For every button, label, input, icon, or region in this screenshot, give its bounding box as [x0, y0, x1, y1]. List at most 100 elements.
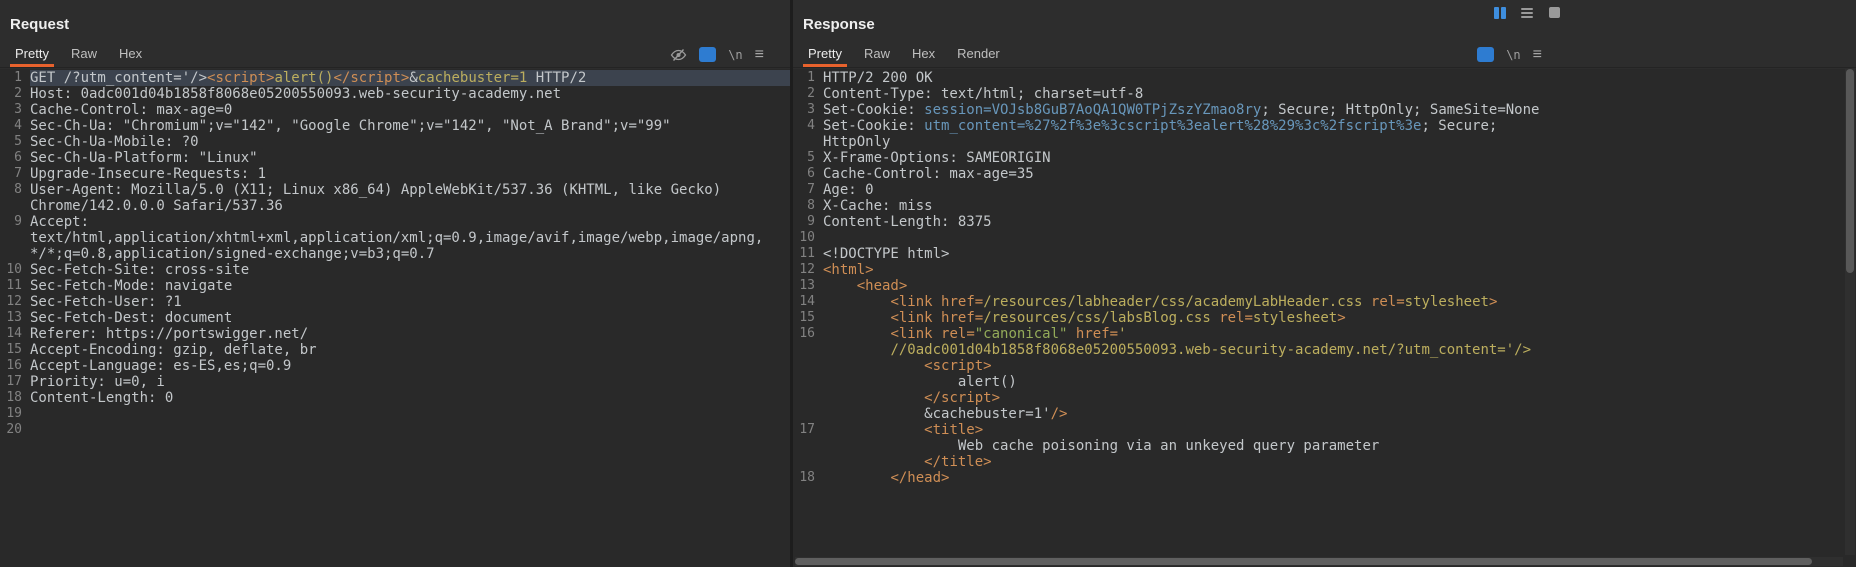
code-line[interactable]: 2Host: 0adc001d04b1858f8068e05200550093.… — [0, 86, 790, 102]
code-line[interactable]: 4Set-Cookie: utm_content=%27%2f%3e%3cscr… — [793, 118, 1856, 134]
code-line[interactable]: <script> — [793, 358, 1856, 374]
scrollbar-thumb[interactable] — [1846, 69, 1854, 273]
code-line[interactable]: &cachebuster=1'/> — [793, 406, 1856, 422]
layout-single-button[interactable] — [1544, 4, 1564, 21]
scrollbar-thumb[interactable] — [795, 558, 1812, 565]
line-number: 15 — [793, 310, 815, 326]
code-line[interactable]: 14Referer: https://portswigger.net/ — [0, 326, 790, 342]
code-line[interactable]: 15 <link href=/resources/css/labsBlog.cs… — [793, 310, 1856, 326]
code-line[interactable]: HttpOnly — [793, 134, 1856, 150]
tab-hex[interactable]: Hex — [108, 42, 153, 67]
line-number: 4 — [793, 118, 815, 134]
code-line[interactable]: 11<!DOCTYPE html> — [793, 246, 1856, 262]
code-line[interactable]: 13Sec-Fetch-Dest: document — [0, 310, 790, 326]
code-line[interactable]: 6Sec-Ch-Ua-Platform: "Linux" — [0, 150, 790, 166]
code-line[interactable]: </title> — [793, 454, 1856, 470]
code-line[interactable]: //0adc001d04b1858f8068e05200550093.web-s… — [793, 342, 1856, 358]
response-horizontal-scrollbar[interactable] — [795, 557, 1843, 566]
editor-menu-icon[interactable]: ≡ — [1533, 47, 1542, 63]
code-line[interactable]: 12Sec-Fetch-User: ?1 — [0, 294, 790, 310]
code-line[interactable]: 13 <head> — [793, 278, 1856, 294]
code-line-text: alert() — [823, 374, 1856, 390]
tab-pretty[interactable]: Pretty — [797, 42, 853, 67]
code-line[interactable]: 15Accept-Encoding: gzip, deflate, br — [0, 342, 790, 358]
tab-raw[interactable]: Raw — [853, 42, 901, 67]
code-line[interactable]: 19 — [0, 406, 790, 422]
code-line[interactable]: 5X-Frame-Options: SAMEORIGIN — [793, 150, 1856, 166]
request-panel-title: Request — [0, 0, 790, 42]
line-number: 5 — [793, 150, 815, 166]
line-number: 17 — [793, 422, 815, 438]
code-line[interactable]: 9Accept: — [0, 214, 790, 230]
line-number — [793, 374, 815, 390]
request-editor[interactable]: 1GET /?utm_content='/><script>alert()</s… — [0, 69, 790, 567]
code-line-text: Cache-Control: max-age=35 — [823, 166, 1856, 182]
editor-menu-icon[interactable]: ≡ — [755, 47, 764, 63]
tab-raw[interactable]: Raw — [60, 42, 108, 67]
code-line[interactable]: 16 Accept-Language: es-ES,es;q=0.9 — [0, 358, 790, 374]
syntax-highlight-icon[interactable] — [699, 47, 716, 62]
tab-render[interactable]: Render — [946, 42, 1011, 67]
code-line-text: Content-Length: 0 — [30, 390, 790, 406]
eye-slash-icon[interactable] — [670, 47, 687, 63]
code-line[interactable]: 3Cache-Control: max-age=0 — [0, 102, 790, 118]
line-number: 1 — [793, 70, 815, 86]
code-line[interactable]: alert() — [793, 374, 1856, 390]
code-line[interactable]: 3Set-Cookie: session=VOJsb8GuB7AoQA1QW0T… — [793, 102, 1856, 118]
code-line[interactable]: 7Upgrade-Insecure-Requests: 1 — [0, 166, 790, 182]
line-number — [793, 390, 815, 406]
line-number: 13 — [793, 278, 815, 294]
code-line-text: Sec-Ch-Ua: "Chromium";v="142", "Google C… — [30, 118, 790, 134]
line-number: 15 — [0, 342, 22, 358]
response-editor[interactable]: 1HTTP/2 200 OK2Content-Type: text/html; … — [793, 69, 1856, 567]
code-line-text: Accept-Language: es-ES,es;q=0.9 — [30, 358, 790, 374]
layout-columns-button[interactable] — [1490, 4, 1510, 21]
code-line[interactable]: 10 — [793, 230, 1856, 246]
code-line[interactable]: 18 Content-Length: 0 — [0, 390, 790, 406]
line-number: 13 — [0, 310, 22, 326]
code-line[interactable]: 5Sec-Ch-Ua-Mobile: ?0 — [0, 134, 790, 150]
line-number: 16 — [0, 358, 22, 374]
code-line[interactable]: 4Sec-Ch-Ua: "Chromium";v="142", "Google … — [0, 118, 790, 134]
code-line[interactable]: 20 — [0, 422, 790, 438]
code-line[interactable]: 11Sec-Fetch-Mode: navigate — [0, 278, 790, 294]
code-line[interactable]: Web cache poisoning via an unkeyed query… — [793, 438, 1856, 454]
code-line-text — [823, 230, 1856, 246]
code-line-text: <link href=/resources/labheader/css/acad… — [823, 294, 1856, 310]
code-line-text: Sec-Fetch-Mode: navigate — [30, 278, 790, 294]
code-line[interactable]: Chrome/142.0.0.0 Safari/537.36 — [0, 198, 790, 214]
code-line[interactable]: 17Priority: u=0, i — [0, 374, 790, 390]
code-line[interactable]: 10Sec-Fetch-Site: cross-site — [0, 262, 790, 278]
code-line[interactable]: </script> — [793, 390, 1856, 406]
code-line[interactable]: text/html,application/xhtml+xml,applicat… — [0, 230, 790, 246]
code-line[interactable]: 8X-Cache: miss — [793, 198, 1856, 214]
code-line-text: Web cache poisoning via an unkeyed query… — [823, 438, 1856, 454]
code-line[interactable]: */*;q=0.8,application/signed-exchange;v=… — [0, 246, 790, 262]
request-tabbar: PrettyRawHex \n ≡ — [0, 42, 790, 68]
line-number — [793, 438, 815, 454]
code-line[interactable]: 17 <title> — [793, 422, 1856, 438]
code-line[interactable]: 14 <link href=/resources/labheader/css/a… — [793, 294, 1856, 310]
code-line[interactable]: 12<html> — [793, 262, 1856, 278]
show-newlines-icon[interactable]: \n — [728, 49, 742, 61]
line-number — [793, 358, 815, 374]
code-line[interactable]: 2Content-Type: text/html; charset=utf-8 — [793, 86, 1856, 102]
code-line[interactable]: 9Content-Length: 8375 — [793, 214, 1856, 230]
layout-rows-button[interactable] — [1517, 4, 1537, 21]
show-newlines-icon[interactable]: \n — [1506, 49, 1520, 61]
line-number — [0, 198, 22, 214]
line-number: 18 — [0, 390, 22, 406]
line-number: 2 — [793, 86, 815, 102]
code-line[interactable]: 1HTTP/2 200 OK — [793, 70, 1856, 86]
code-line[interactable]: 6Cache-Control: max-age=35 — [793, 166, 1856, 182]
code-line[interactable]: 1GET /?utm_content='/><script>alert()</s… — [0, 70, 790, 86]
repeater-view: Request PrettyRawHex \n ≡ 1GET /?utm_con… — [0, 0, 1856, 567]
code-line[interactable]: 18 </head> — [793, 470, 1856, 486]
code-line[interactable]: 16 <link rel="canonical" href=' — [793, 326, 1856, 342]
code-line[interactable]: 7Age: 0 — [793, 182, 1856, 198]
syntax-highlight-icon[interactable] — [1477, 47, 1494, 62]
response-vertical-scrollbar[interactable] — [1845, 69, 1855, 555]
code-line[interactable]: 8User-Agent: Mozilla/5.0 (X11; Linux x86… — [0, 182, 790, 198]
tab-pretty[interactable]: Pretty — [4, 42, 60, 67]
tab-hex[interactable]: Hex — [901, 42, 946, 67]
